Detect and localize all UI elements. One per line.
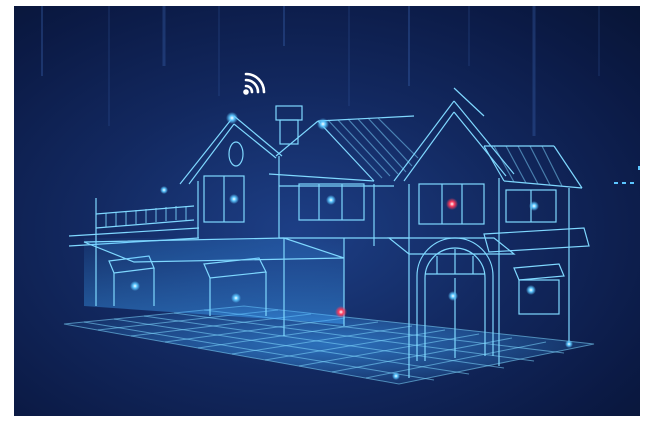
sensor-node-blue: [317, 118, 329, 130]
sensor-node-blue: [160, 186, 168, 194]
sensor-node-blue: [392, 372, 400, 380]
sensor-node-blue: [529, 201, 539, 211]
right-wing: [483, 145, 590, 344]
sensor-node-blue: [526, 285, 536, 295]
illustration-canvas: [14, 6, 640, 416]
sensor-node-blue: [565, 340, 573, 348]
sensor-node-blue: [229, 194, 239, 204]
edge-dashes: [614, 166, 640, 184]
sensor-node-blue: [130, 281, 140, 291]
main-house: [179, 105, 419, 246]
wifi-icon: [243, 72, 266, 95]
sensor-node-red: [335, 306, 347, 318]
sensor-node-blue: [448, 291, 458, 301]
sensor-node-blue: [326, 195, 336, 205]
sensor-node-blue: [226, 112, 238, 124]
background-streaks: [41, 6, 600, 136]
sensor-node-red: [446, 198, 458, 210]
sensor-node-blue: [231, 293, 241, 303]
house-wireframe-illustration: [41, 6, 640, 385]
